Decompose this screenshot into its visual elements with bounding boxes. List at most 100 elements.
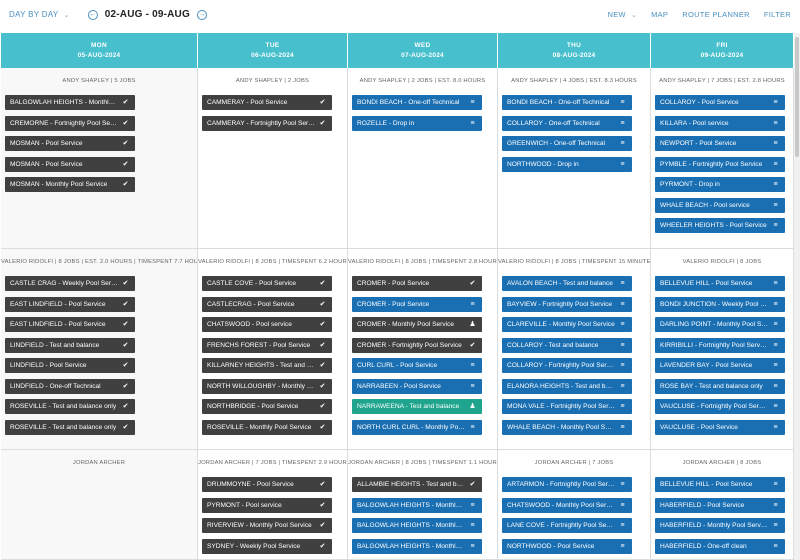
job-card[interactable]: BALGOWLAH HEIGHTS - Monthly Pool Service… [352, 518, 482, 533]
job-card[interactable]: CROMER - Fortnightly Pool Service ✔ [352, 337, 482, 353]
job-card[interactable]: BALGOWLAH HEIGHTS - Monthly Pool Service… [352, 538, 482, 554]
job-card[interactable]: BALGOWLAH HEIGHTS - Monthly Pool Service… [5, 95, 135, 110]
job-card[interactable]: SYDNEY - Weekly Pool Service ✔ [202, 538, 332, 554]
menu-icon[interactable]: ≡ [618, 116, 627, 131]
job-card[interactable]: GREENWICH - One-off Technical ≡ [502, 136, 632, 151]
day-column-wed[interactable]: JORDAN ARCHER | 8 JOBS | TIMESPENT 1.1 H… [348, 450, 498, 559]
job-card[interactable]: CASTLE CRAG - Weekly Pool Service ✔ [5, 276, 135, 291]
menu-icon[interactable]: ≡ [618, 518, 627, 533]
day-column-wed[interactable]: ANDY SHAPLEY | 2 JOBS | EST. 8.0 HOURS BO… [348, 68, 498, 248]
job-card[interactable]: LANE COVE - Fortnightly Pool Service ≡ [502, 518, 632, 533]
menu-icon[interactable]: ≡ [771, 399, 780, 414]
job-card[interactable]: HABERFIELD - Pool Service ≡ [655, 497, 785, 513]
job-card[interactable]: NORTHBRIDGE - Pool Service ✔ [202, 399, 332, 414]
job-card[interactable]: BONDI JUNCTION - Weekly Pool Service≡ [655, 296, 785, 312]
job-card[interactable]: HABERFIELD - One-off clean ≡ [655, 538, 785, 554]
job-card[interactable]: BELLEVUE HILL - Pool Service ≡ [655, 276, 785, 291]
day-column-thu[interactable]: ANDY SHAPLEY | 4 JOBS | EST. 8.3 HOURS BO… [498, 68, 651, 248]
job-card[interactable]: WHALE BEACH - Pool service ≡ [655, 197, 785, 213]
job-card[interactable]: BONDI BEACH - One-off Technical ≡ [352, 95, 482, 110]
menu-icon[interactable]: ≡ [618, 539, 627, 554]
job-card[interactable]: NARRABEEN - Pool Service ≡ [352, 378, 482, 394]
job-card[interactable]: LAVENDER BAY - Pool Service ≡ [655, 358, 785, 373]
job-card[interactable]: PYRMONT - Pool service ✔ [202, 497, 332, 513]
day-column-fri[interactable]: VALERIO RIDOLFI | 8 JOBS BELLEVUE HILL - … [651, 249, 794, 449]
job-card[interactable]: CAMMERAY - Pool Service ✔ [202, 95, 332, 110]
menu-icon[interactable]: ≡ [618, 498, 627, 513]
menu-icon[interactable]: ≡ [618, 136, 627, 151]
menu-icon[interactable]: ≡ [618, 297, 627, 312]
job-card[interactable]: EAST LINDFIELD - Pool Service ✔ [5, 296, 135, 312]
job-card[interactable]: CLAREVILLE - Monthly Pool Service ≡ [502, 317, 632, 332]
job-card[interactable]: EAST LINDFIELD - Pool Service ✔ [5, 317, 135, 332]
job-card[interactable]: LINDFIELD - One-off Technical ✔ [5, 378, 135, 394]
job-card[interactable]: NARRAWEENA - Test and balance ♟ [352, 399, 482, 414]
menu-icon[interactable]: ≡ [618, 420, 627, 435]
menu-icon[interactable]: ≡ [771, 177, 780, 192]
job-card[interactable]: CREMORNE - Fortnightly Pool Service ✔ [5, 115, 135, 131]
menu-icon[interactable]: ≡ [618, 379, 627, 394]
menu-icon[interactable]: ≡ [771, 539, 780, 554]
job-card[interactable]: NORTH CURL CURL - Monthly Pool Service≡ [352, 419, 482, 435]
menu-icon[interactable]: ≡ [771, 420, 780, 435]
day-column-fri[interactable]: JORDAN ARCHER | 8 JOBS BELLEVUE HILL - Po… [651, 450, 794, 559]
menu-icon[interactable]: ≡ [468, 95, 477, 110]
job-card[interactable]: RIVERVIEW - Monthly Pool Service ✔ [202, 518, 332, 533]
menu-icon[interactable]: ≡ [771, 276, 780, 291]
job-card[interactable]: ARTARMON - Fortnightly Pool Service ≡ [502, 477, 632, 492]
job-card[interactable]: BONDI BEACH - One-off Technical ≡ [502, 95, 632, 110]
menu-icon[interactable]: ≡ [618, 477, 627, 492]
job-card[interactable]: COLLAROY - One-off Technical ≡ [502, 115, 632, 131]
job-card[interactable]: BAYVIEW - Fortnightly Pool Service ≡ [502, 296, 632, 312]
day-column-fri[interactable]: ANDY SHAPLEY | 7 JOBS | EST. 2.8 HOURS CO… [651, 68, 794, 248]
job-card[interactable]: VAUCLUSE - Fortnightly Pool Service ≡ [655, 399, 785, 414]
day-column-tue[interactable]: VALERIO RIDOLFI | 8 JOBS | TIMESPENT 6.2… [198, 249, 348, 449]
menu-icon[interactable]: ≡ [771, 218, 780, 233]
vertical-scrollbar[interactable] [794, 33, 800, 560]
day-column-mon[interactable]: VALERIO RIDOLFI | 8 JOBS | EST. 2.0 HOUR… [1, 249, 198, 449]
job-card[interactable]: NORTHWOOD - Pool Service ≡ [502, 538, 632, 554]
job-card[interactable]: WHEELER HEIGHTS - Pool Service ≡ [655, 218, 785, 233]
menu-icon[interactable]: ≡ [468, 297, 477, 312]
menu-icon[interactable]: ≡ [771, 95, 780, 110]
menu-icon[interactable]: ≡ [771, 136, 780, 151]
menu-icon[interactable]: ≡ [771, 317, 780, 332]
menu-icon[interactable]: ≡ [771, 518, 780, 533]
menu-icon[interactable]: ≡ [468, 379, 477, 394]
job-card[interactable]: NORTHWOOD - Drop in ≡ [502, 156, 632, 172]
job-card[interactable]: COLLAROY - Pool Service ≡ [655, 95, 785, 110]
previous-week-arrow-icon[interactable]: ← [87, 9, 98, 20]
menu-icon[interactable]: ≡ [771, 379, 780, 394]
menu-icon[interactable]: ≡ [618, 95, 627, 110]
menu-icon[interactable]: ≡ [771, 338, 780, 353]
job-card[interactable]: WHALE BEACH - Monthly Pool Service ≡ [502, 419, 632, 435]
job-card[interactable]: ROSEVILLE - Test and balance only ✔ [5, 399, 135, 414]
job-card[interactable]: ELANORA HEIGHTS - Test and balance ≡ [502, 378, 632, 394]
menu-icon[interactable]: ≡ [468, 498, 477, 513]
menu-icon[interactable]: ≡ [618, 338, 627, 353]
menu-icon[interactable]: ≡ [771, 498, 780, 513]
job-card[interactable]: NEWPORT - Pool Service ≡ [655, 136, 785, 151]
job-card[interactable]: ROSEVILLE - Monthly Pool Service ✔ [202, 419, 332, 435]
job-card[interactable]: BELLEVUE HILL - Pool Service ≡ [655, 477, 785, 492]
menu-icon[interactable]: ≡ [618, 276, 627, 291]
job-card[interactable]: DARLING POINT - Monthly Pool Service ≡ [655, 317, 785, 332]
new-button[interactable]: NEW ⌄ [594, 10, 638, 19]
filter-button[interactable]: FILTER [764, 10, 791, 19]
job-card[interactable]: KIRRIBILLI - Fortnightly Pool Service ≡ [655, 337, 785, 353]
job-card[interactable]: AVALON BEACH - Test and balance ≡ [502, 276, 632, 291]
job-card[interactable]: NORTH WILLOUGHBY - Monthly Pool Service ✔ [202, 378, 332, 394]
job-card[interactable]: CHATSWOOD - Monthly Pool Service ≡ [502, 497, 632, 513]
menu-icon[interactable]: ≡ [468, 358, 477, 373]
job-card[interactable]: BALGOWLAH HEIGHTS - Monthly Pool Service… [352, 497, 482, 513]
menu-icon[interactable]: ≡ [771, 297, 780, 312]
menu-icon[interactable]: ≡ [771, 358, 780, 373]
day-column-thu[interactable]: JORDAN ARCHER | 7 JOBS ARTARMON - Fortnig… [498, 450, 651, 559]
job-card[interactable]: PYMBLE - Fortnightly Pool Service ≡ [655, 156, 785, 172]
menu-icon[interactable]: ≡ [468, 420, 477, 435]
job-card[interactable]: CAMMERAY - Fortnightly Pool Service ✔ [202, 115, 332, 131]
job-card[interactable]: ROSE BAY - Test and balance only ≡ [655, 378, 785, 394]
job-card[interactable]: COLLAROY - Test and balance ≡ [502, 337, 632, 353]
job-card[interactable]: ROSEVILLE - Test and balance only ✔ [5, 419, 135, 435]
job-card[interactable]: CROMER - Pool Service ✔ [352, 276, 482, 291]
